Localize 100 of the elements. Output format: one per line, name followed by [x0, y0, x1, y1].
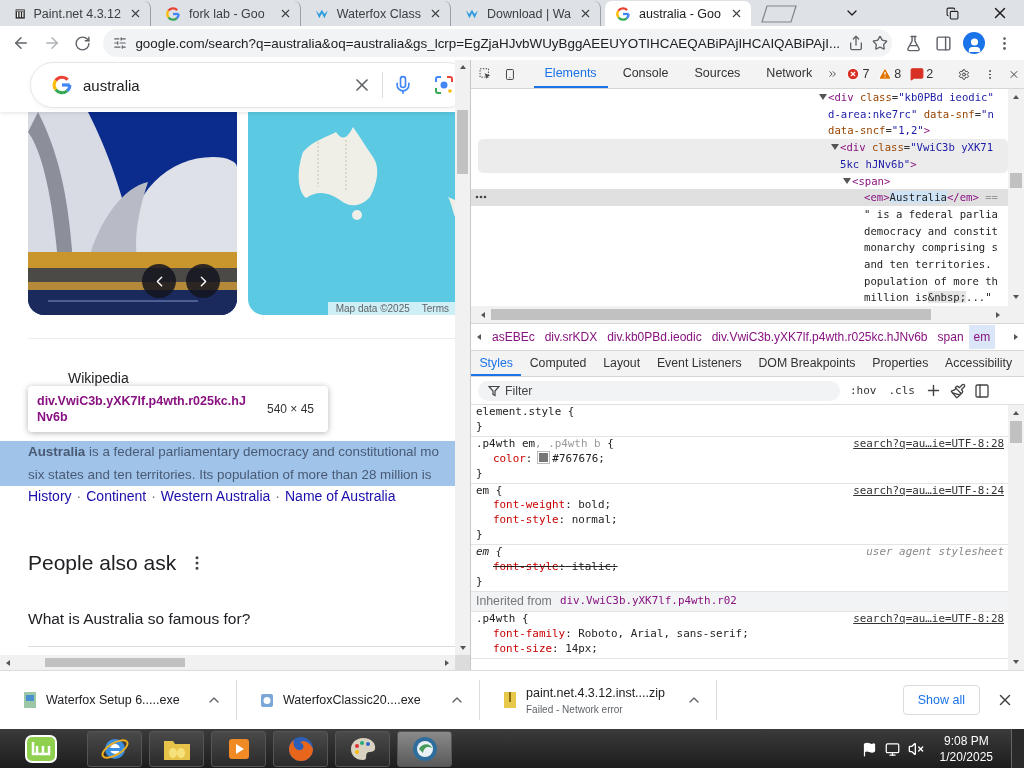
scroll-down-icon[interactable]: [1012, 658, 1020, 666]
related-link[interactable]: History: [28, 487, 72, 505]
scroll-right-icon[interactable]: [443, 658, 451, 667]
styles-pane-tab[interactable]: Properties: [863, 351, 937, 376]
terms-link[interactable]: Terms: [421, 303, 449, 314]
scroll-right-icon[interactable]: [1012, 333, 1020, 341]
dom-code-line[interactable]: 5kc hJNv6b">: [840, 155, 994, 173]
download-name[interactable]: WaterfoxClassic20....exe: [283, 693, 441, 707]
devtools-tab[interactable]: Sources: [683, 60, 752, 88]
address-bar[interactable]: google.com/search?q=australia&oq=australia&gs_lcrp=EgZjaHJvbWUyBggAEEUYOTIHCAEQABiPAjIHCAIQABiPAjI...: [103, 29, 893, 57]
taskbar-button[interactable]: [397, 731, 452, 767]
site-info-icon[interactable]: [113, 36, 128, 50]
styles-pane-tab[interactable]: DOM Breakpoints: [750, 351, 864, 376]
style-toggle-button[interactable]: :hov: [848, 384, 879, 397]
scroll-left-icon[interactable]: [475, 333, 483, 341]
scroll-up-icon[interactable]: [1012, 409, 1020, 417]
related-link[interactable]: Name of Australia: [285, 487, 396, 505]
styles-pane-tab[interactable]: Styles: [471, 351, 522, 376]
show-desktop-button[interactable]: [1011, 729, 1024, 768]
question-item[interactable]: What is Australia so famous for?: [28, 608, 455, 630]
styles-pane-tab[interactable]: Accessibility: [936, 351, 1021, 376]
dom-code-line[interactable]: data-sncf="1,2">: [828, 122, 994, 140]
taskbar-button[interactable]: [149, 731, 204, 767]
dom-code-line[interactable]: monarchy comprising s: [864, 239, 998, 257]
source-link[interactable]: search?q=au…ie=UTF-8:28: [853, 436, 1004, 452]
issue-counter[interactable]: 7: [846, 67, 870, 81]
browser-tab[interactable]: australia - Goo: [605, 1, 751, 26]
expanded-arrow-icon[interactable]: [843, 176, 851, 185]
side-panel-icon[interactable]: [935, 34, 953, 52]
related-link[interactable]: Continent: [86, 487, 147, 505]
flask-icon[interactable]: [904, 34, 922, 52]
bookmark-star-icon[interactable]: [872, 35, 889, 51]
dom-code-line[interactable]: population of more th: [864, 272, 998, 290]
close-tab-button[interactable]: [129, 7, 142, 20]
scrollbar-thumb[interactable]: [457, 110, 468, 174]
expanded-arrow-icon[interactable]: [831, 143, 839, 152]
styles-pane-tab[interactable]: Event Listeners: [648, 351, 751, 376]
source-link[interactable]: search?q=au…ie=UTF-8:24: [853, 483, 1004, 499]
scrollbar-thumb[interactable]: [45, 658, 185, 667]
scroll-up-icon[interactable]: [1012, 93, 1020, 101]
new-rule-icon[interactable]: [925, 382, 942, 399]
css-declaration[interactable]: color: #767676;: [476, 451, 1004, 467]
scroll-up-icon[interactable]: [458, 63, 467, 71]
scroll-left-icon[interactable]: [4, 658, 12, 667]
dom-code-line[interactable]: <span>: [852, 172, 891, 190]
scrollbar-thumb[interactable]: [1010, 421, 1022, 443]
scrollbar-thumb[interactable]: [1010, 173, 1022, 188]
reload-icon[interactable]: [73, 34, 91, 52]
css-declaration[interactable]: font-family: Roboto, Arial, sans-serif;: [476, 626, 1004, 642]
microphone-icon[interactable]: [393, 75, 413, 95]
expanded-arrow-icon[interactable]: [819, 93, 827, 101]
clock[interactable]: 9:08 PM 1/20/2025: [939, 733, 993, 765]
breadcrumb-item[interactable]: asEBEc: [487, 325, 540, 349]
css-declaration[interactable]: font-weight: bold;: [476, 498, 1004, 514]
restore-icon[interactable]: [945, 6, 959, 20]
download-name[interactable]: Waterfox Setup 6.....exe: [46, 693, 198, 707]
breadcrumb-item[interactable]: div.srKDX: [539, 325, 603, 349]
breadcrumb-item[interactable]: div.VwiC3b.yXK7lf.p4wth.r025kc.hJNv6b: [706, 325, 933, 349]
taskbar-button[interactable]: [87, 731, 142, 767]
sidebar-toggle-icon[interactable]: [974, 382, 990, 399]
dom-code-line[interactable]: <div class="kb0PBd ieodic": [828, 89, 994, 106]
inherited-selector-link[interactable]: div.VwiC3b.yXK7lf.p4wth.r02: [559, 593, 737, 609]
breadcrumb-item[interactable]: span: [932, 325, 969, 349]
dom-code-line[interactable]: and ten territories.: [864, 256, 998, 273]
styles-pane-tab[interactable]: Computed: [521, 351, 595, 376]
network-icon[interactable]: [884, 741, 900, 757]
breadcrumb-item[interactable]: div.kb0PBd.ieodic: [602, 325, 707, 349]
taskbar-button[interactable]: [211, 731, 266, 767]
dom-code-line[interactable]: <div class="VwiC3b yXK71: [840, 139, 994, 156]
style-toggle-button[interactable]: .cls: [886, 384, 917, 397]
related-link[interactable]: Western Australia: [160, 487, 271, 505]
source-link[interactable]: search?q=au…ie=UTF-8:28: [853, 611, 1004, 627]
paintbrush-icon[interactable]: [950, 382, 966, 399]
filter-field[interactable]: Filter: [478, 380, 840, 401]
dom-code-line[interactable]: d-area:nke7rc" data-snf="n: [828, 105, 994, 123]
devtools-tab[interactable]: Network: [755, 60, 824, 88]
color-swatch[interactable]: [538, 451, 550, 463]
breadcrumb-item[interactable]: em: [968, 325, 996, 349]
styles-pane-tab[interactable]: Layout: [594, 351, 649, 376]
issue-counter[interactable]: 2: [910, 67, 934, 81]
scroll-down-icon[interactable]: [458, 644, 467, 652]
scrollbar-thumb[interactable]: [491, 309, 931, 320]
taskbar-button[interactable]: [335, 731, 390, 767]
close-tab-button[interactable]: [429, 7, 442, 20]
devtools-tab[interactable]: Console: [611, 60, 680, 88]
dom-code-line[interactable]: " is a federal parlia: [864, 205, 998, 223]
dom-code-line[interactable]: million is&nbsp;...": [864, 289, 998, 306]
new-tab-button[interactable]: [761, 5, 797, 23]
css-declaration[interactable]: font-size: 14px;: [476, 641, 1004, 657]
share-icon[interactable]: [848, 35, 865, 51]
more-icon[interactable]: [475, 195, 487, 200]
css-declaration[interactable]: font-style: normal;: [476, 513, 1004, 529]
camera-search-icon[interactable]: [433, 74, 455, 96]
devtools-tab[interactable]: Elements: [533, 60, 608, 88]
scroll-right-icon[interactable]: [994, 310, 1002, 319]
close-tab-button[interactable]: [579, 7, 592, 20]
show-all-button[interactable]: Show all: [902, 685, 980, 715]
css-declaration[interactable]: font-style: italic;: [476, 560, 1004, 575]
close-tab-button[interactable]: [279, 7, 292, 20]
dom-code-line[interactable]: democracy and constit: [864, 222, 998, 240]
